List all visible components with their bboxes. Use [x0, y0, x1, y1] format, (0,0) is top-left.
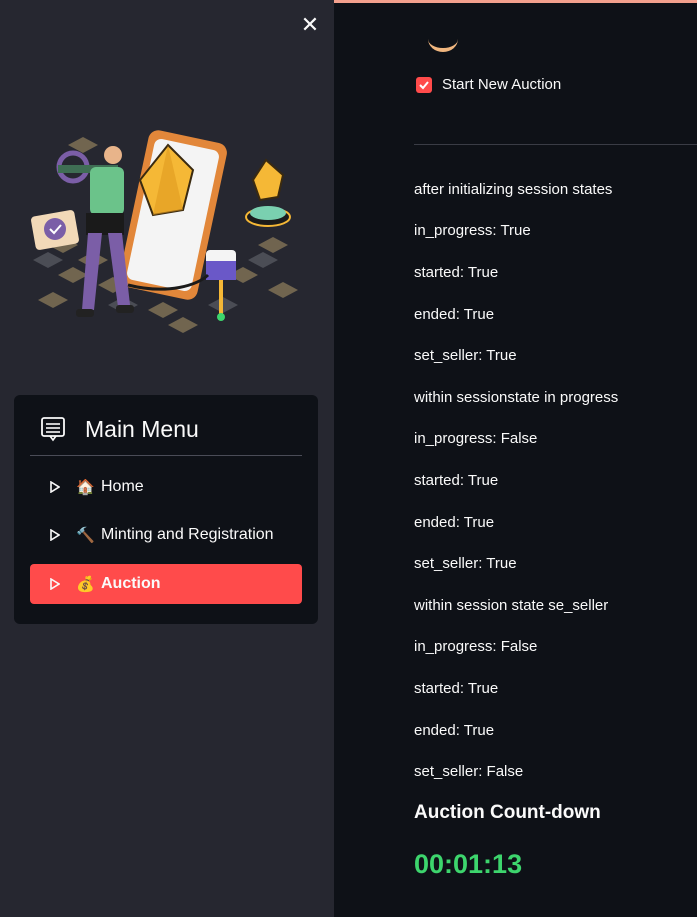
log-line: in_progress: True	[414, 222, 531, 239]
log-line: started: True	[414, 264, 499, 281]
house-icon: 🏠	[76, 479, 95, 496]
log-line: set_seller: False	[414, 763, 524, 780]
checkbox-checked-icon[interactable]	[416, 76, 432, 93]
log-line: ended: True	[414, 306, 495, 323]
log-line: started: True	[414, 680, 499, 697]
close-sidebar-button[interactable]: ✕	[299, 14, 321, 36]
log-line: started: True	[414, 472, 499, 489]
menu-item-auction[interactable]: 💰 Auction	[30, 564, 302, 604]
money-bag-icon: 💰	[76, 576, 95, 593]
countdown-timer: 00:01:13	[414, 849, 523, 879]
main-content: Start New Auction after initializing ses…	[334, 0, 697, 917]
log-line: in_progress: False	[414, 430, 538, 447]
menu-item-home[interactable]: 🏠 Home	[30, 467, 302, 507]
start-new-auction-checkbox[interactable]: Start New Auction	[416, 76, 561, 93]
partial-image	[428, 26, 458, 52]
close-icon: ✕	[300, 12, 320, 37]
log-line: ended: True	[414, 514, 495, 531]
menu-item-label: Auction	[101, 575, 161, 592]
menu-item-label: Home	[101, 478, 144, 495]
log-line: in_progress: False	[414, 638, 538, 655]
hammer-icon: 🔨	[76, 527, 95, 544]
countdown-title: Auction Count-down	[414, 802, 601, 823]
log-line: set_seller: True	[414, 555, 517, 572]
menu-item-minting-and-registration[interactable]: 🔨 Minting and Registration	[30, 515, 302, 555]
log-line: within session state se_seller	[414, 597, 609, 614]
log-line: set_seller: True	[414, 347, 517, 364]
caret-right-icon	[50, 481, 64, 493]
menu-item-label: Minting and Registration	[101, 526, 274, 543]
log-line: after initializing session states	[414, 181, 613, 198]
menu-lines-icon	[41, 417, 65, 442]
main-menu-card: Main Menu 🏠 Home 🔨 Minting and Registrat…	[14, 395, 318, 624]
checkbox-label: Start New Auction	[442, 76, 562, 93]
log-line: ended: True	[414, 722, 495, 739]
caret-right-icon	[50, 529, 64, 541]
section-divider	[414, 144, 697, 145]
menu-divider	[30, 455, 302, 456]
nft-illustration	[31, 130, 298, 333]
sidebar: ✕ Main Menu 🏠 Home 🔨 Minting and Registr…	[0, 0, 334, 917]
main-menu-header: Main Menu	[40, 415, 199, 443]
caret-right-icon	[50, 578, 64, 590]
log-line: within sessionstate in progress	[414, 389, 619, 406]
main-menu-title: Main Menu	[85, 415, 199, 442]
